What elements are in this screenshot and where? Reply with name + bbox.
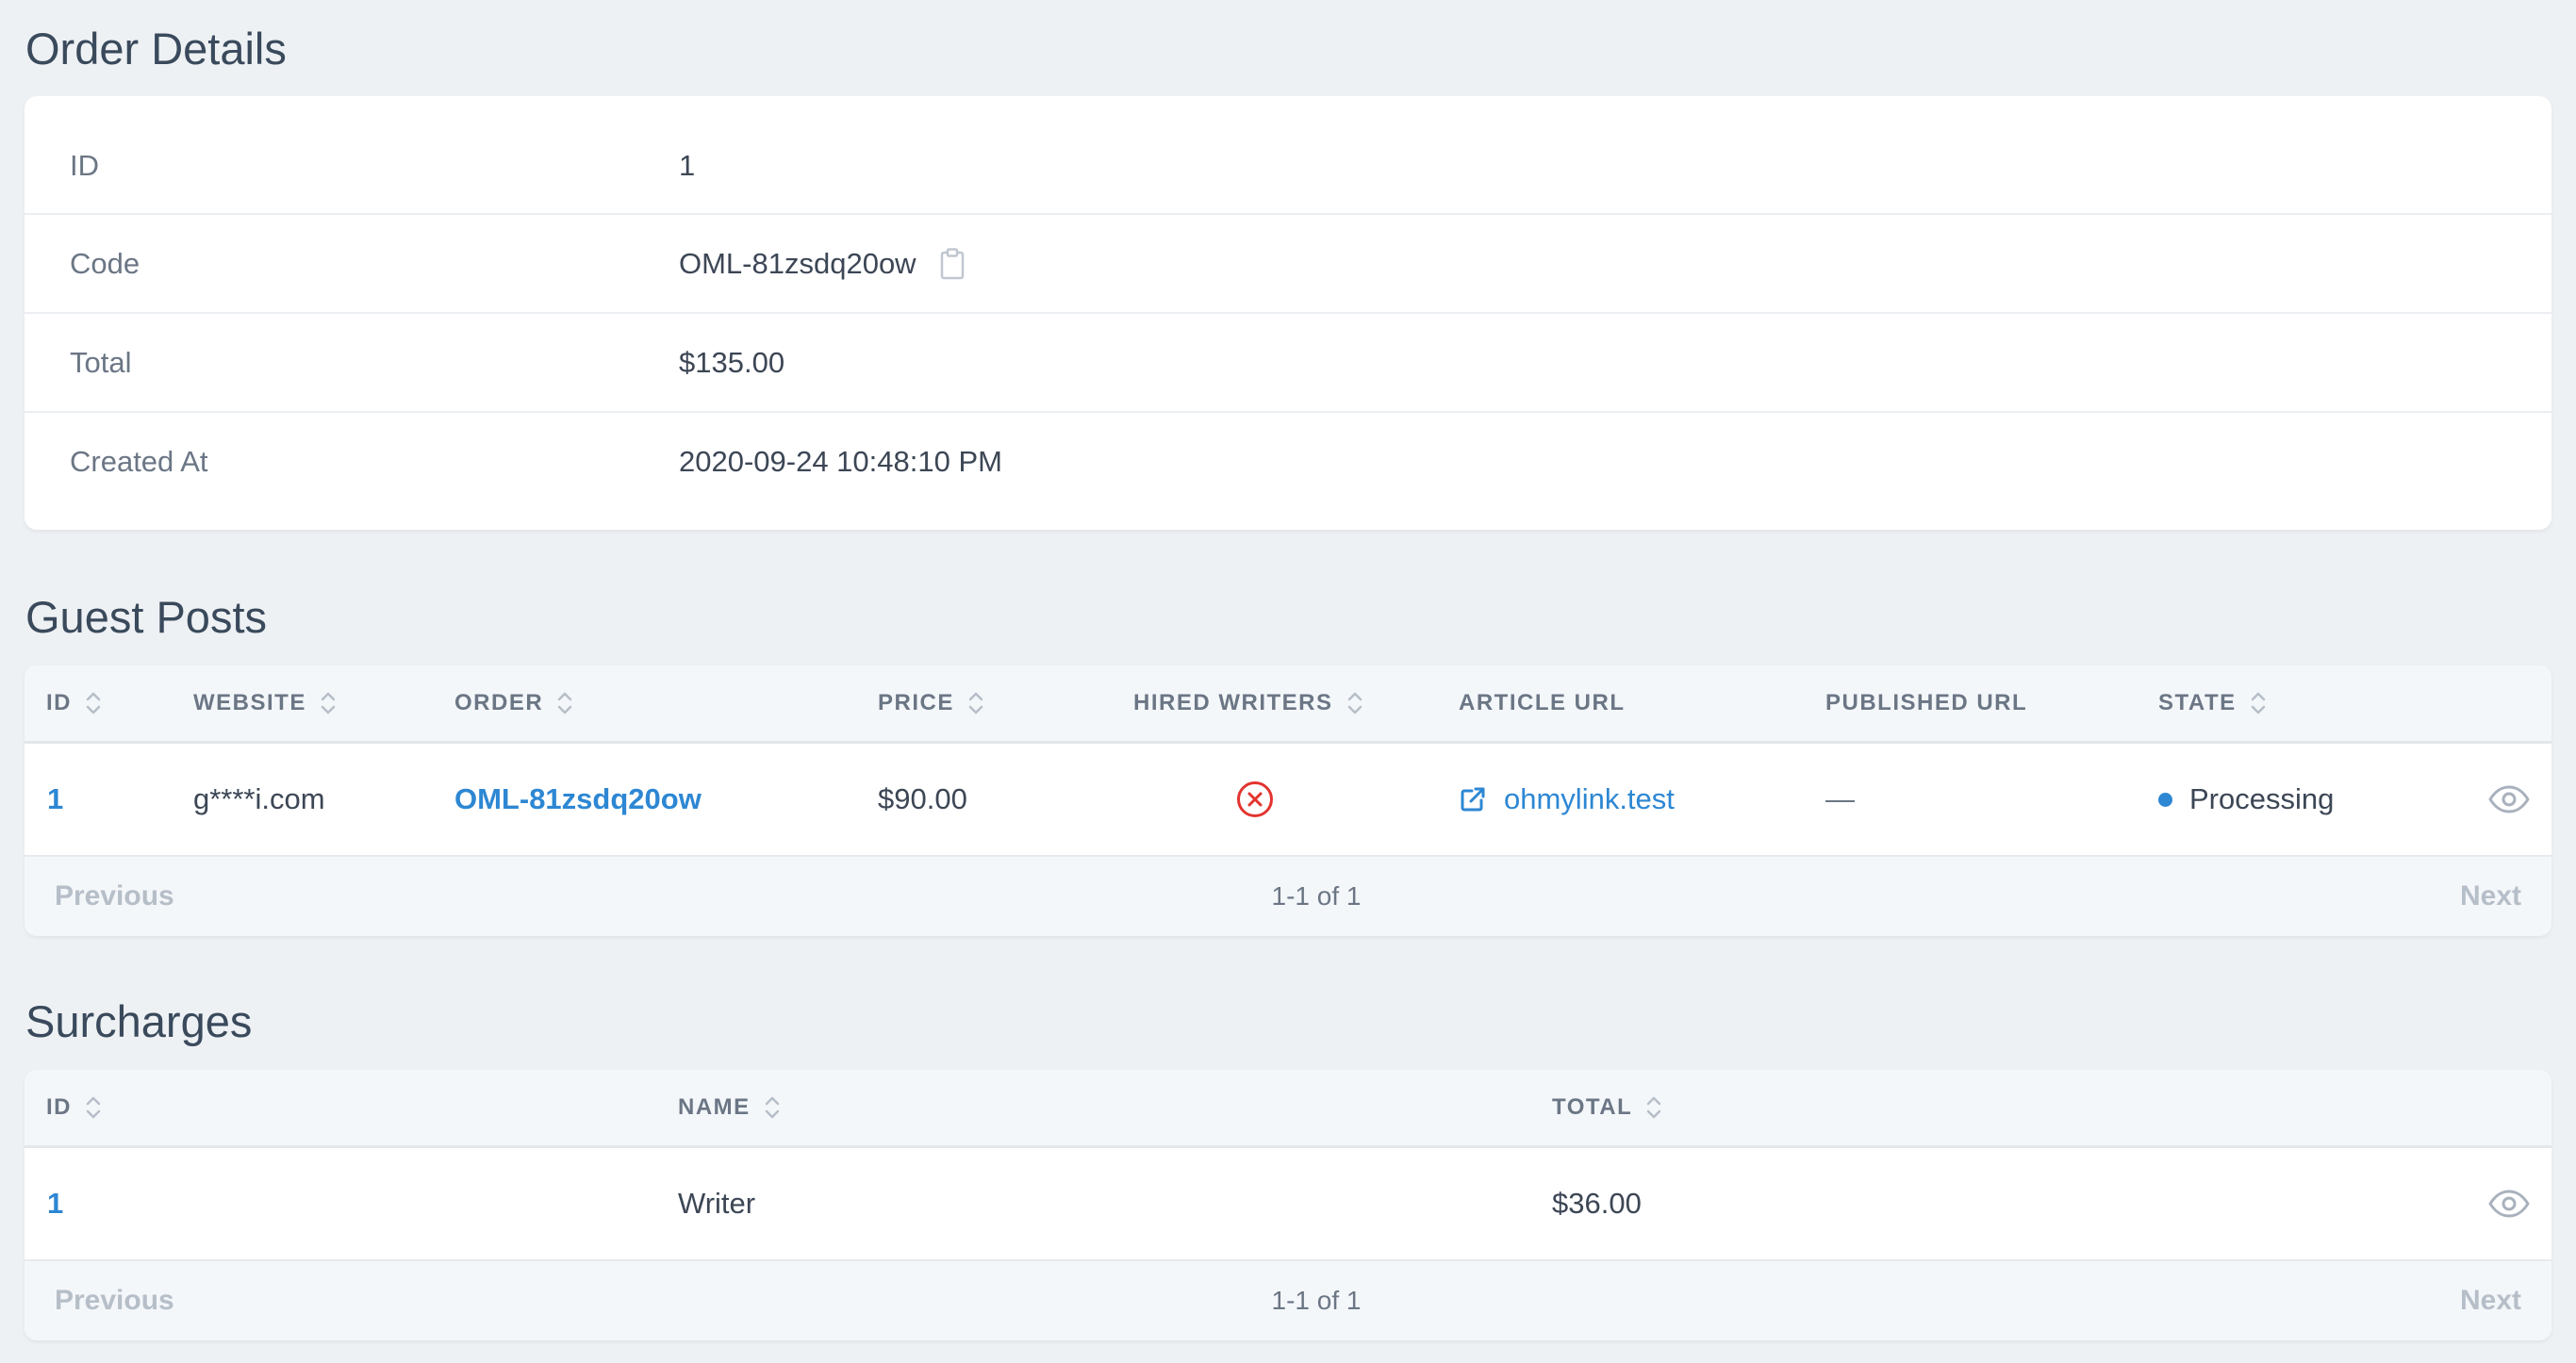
column-header-name[interactable]: NAME (678, 1070, 781, 1145)
detail-label-created-at: Created At (70, 445, 208, 478)
order-details-card: ID 1 Code OML-81zsdq20ow Total $135.00 C… (25, 96, 2551, 530)
eye-icon[interactable] (2487, 744, 2531, 855)
next-button[interactable]: Next (2460, 857, 2521, 936)
guest-posts-pagination: Previous 1-1 of 1 Next (25, 855, 2551, 936)
detail-row-total: Total $135.00 (25, 314, 2551, 413)
sort-icon[interactable] (764, 1092, 781, 1123)
surcharges-header: ID NAME TOTAL (25, 1070, 2551, 1148)
external-link-icon (1459, 785, 1487, 813)
column-header-article-url-label: ARTICLE URL (1459, 690, 1626, 715)
detail-value-id: 1 (679, 149, 696, 182)
column-header-state[interactable]: STATE (2158, 665, 2267, 741)
guest-post-price: $90.00 (878, 782, 967, 815)
state-text: Processing (2189, 782, 2335, 815)
sort-icon[interactable] (1346, 688, 1363, 718)
article-url-text[interactable]: ohmylink.test (1504, 782, 1675, 816)
table-row: 1 Writer $36.00 (25, 1148, 2551, 1259)
eye-icon[interactable] (2487, 1148, 2531, 1259)
published-url-empty: — (1825, 782, 1855, 815)
guest-posts-table: ID WEBSITE ORDER PRICE HIRED WRITERS ART… (25, 665, 2551, 936)
detail-row-code: Code OML-81zsdq20ow (25, 215, 2551, 314)
column-header-order-label: ORDER (454, 690, 544, 715)
column-header-article-url: ARTICLE URL (1459, 665, 1625, 741)
guest-post-id[interactable]: 1 (47, 782, 63, 816)
surcharge-id[interactable]: 1 (47, 1187, 63, 1221)
next-button[interactable]: Next (2460, 1261, 2521, 1340)
order-details-title: Order Details (25, 24, 287, 74)
guest-posts-header: ID WEBSITE ORDER PRICE HIRED WRITERS ART… (25, 665, 2551, 744)
detail-value-code: OML-81zsdq20ow (679, 247, 966, 281)
detail-label-id: ID (70, 149, 99, 182)
guest-post-id-link[interactable]: 1 (47, 744, 63, 855)
detail-value-total: $135.00 (679, 346, 785, 379)
x-circle-icon (1235, 744, 1275, 855)
column-header-id[interactable]: ID (46, 665, 102, 741)
column-header-price-label: PRICE (878, 690, 954, 715)
guest-post-website: g****i.com (193, 782, 325, 815)
detail-value-created-at: 2020-09-24 10:48:10 PM (679, 445, 1002, 478)
detail-label-total: Total (70, 346, 132, 379)
column-header-published-url-label: PUBLISHED URL (1825, 690, 2028, 715)
clipboard-icon[interactable] (939, 248, 966, 280)
state-badge: Processing (2158, 744, 2334, 855)
detail-label-code: Code (70, 247, 140, 280)
column-header-website-label: WEBSITE (193, 690, 306, 715)
surcharges-title: Surcharges (25, 996, 253, 1046)
column-header-order[interactable]: ORDER (454, 665, 573, 741)
sort-icon[interactable] (85, 688, 102, 718)
detail-row-id: ID 1 (25, 96, 2551, 215)
column-header-id[interactable]: ID (46, 1070, 102, 1145)
sort-icon[interactable] (320, 688, 337, 718)
column-header-website[interactable]: WEBSITE (193, 665, 337, 741)
page: Order Details ID 1 Code OML-81zsdq20ow T… (0, 0, 2576, 1363)
sort-icon[interactable] (556, 688, 573, 718)
sort-icon[interactable] (2250, 688, 2267, 718)
pagination-info: 1-1 of 1 (1271, 1286, 1362, 1315)
surcharges-pagination: Previous 1-1 of 1 Next (25, 1259, 2551, 1340)
column-header-price[interactable]: PRICE (878, 665, 984, 741)
column-header-published-url: PUBLISHED URL (1825, 665, 2027, 741)
column-header-hired-writers[interactable]: HIRED WRITERS (1133, 665, 1363, 741)
guest-posts-title: Guest Posts (25, 592, 267, 642)
column-header-state-label: STATE (2158, 690, 2237, 715)
surcharge-name: Writer (678, 1187, 756, 1220)
order-code-text: OML-81zsdq20ow (679, 247, 916, 280)
sort-icon[interactable] (1645, 1092, 1662, 1123)
sort-icon[interactable] (85, 1092, 102, 1123)
article-url-link[interactable]: ohmylink.test (1459, 744, 1675, 855)
column-header-total[interactable]: TOTAL (1552, 1070, 1662, 1145)
detail-row-created-at: Created At 2020-09-24 10:48:10 PM (25, 413, 2551, 530)
table-row: 1 g****i.com OML-81zsdq20ow $90.00 ohmyl… (25, 744, 2551, 855)
sort-icon[interactable] (967, 688, 984, 718)
surcharge-id-link[interactable]: 1 (47, 1148, 63, 1259)
guest-post-order-link[interactable]: OML-81zsdq20ow (454, 744, 702, 855)
guest-post-order[interactable]: OML-81zsdq20ow (454, 782, 702, 816)
column-header-hired-writers-label: HIRED WRITERS (1133, 690, 1333, 715)
column-header-total-label: TOTAL (1552, 1094, 1633, 1120)
pagination-info: 1-1 of 1 (1271, 881, 1362, 911)
surcharge-total: $36.00 (1552, 1187, 1642, 1220)
column-header-id-label: ID (46, 1094, 72, 1120)
surcharges-table: ID NAME TOTAL 1 Writer $36.00 Previous 1… (25, 1070, 2551, 1340)
state-dot (2158, 792, 2172, 807)
column-header-name-label: NAME (678, 1094, 751, 1120)
column-header-id-label: ID (46, 690, 72, 715)
